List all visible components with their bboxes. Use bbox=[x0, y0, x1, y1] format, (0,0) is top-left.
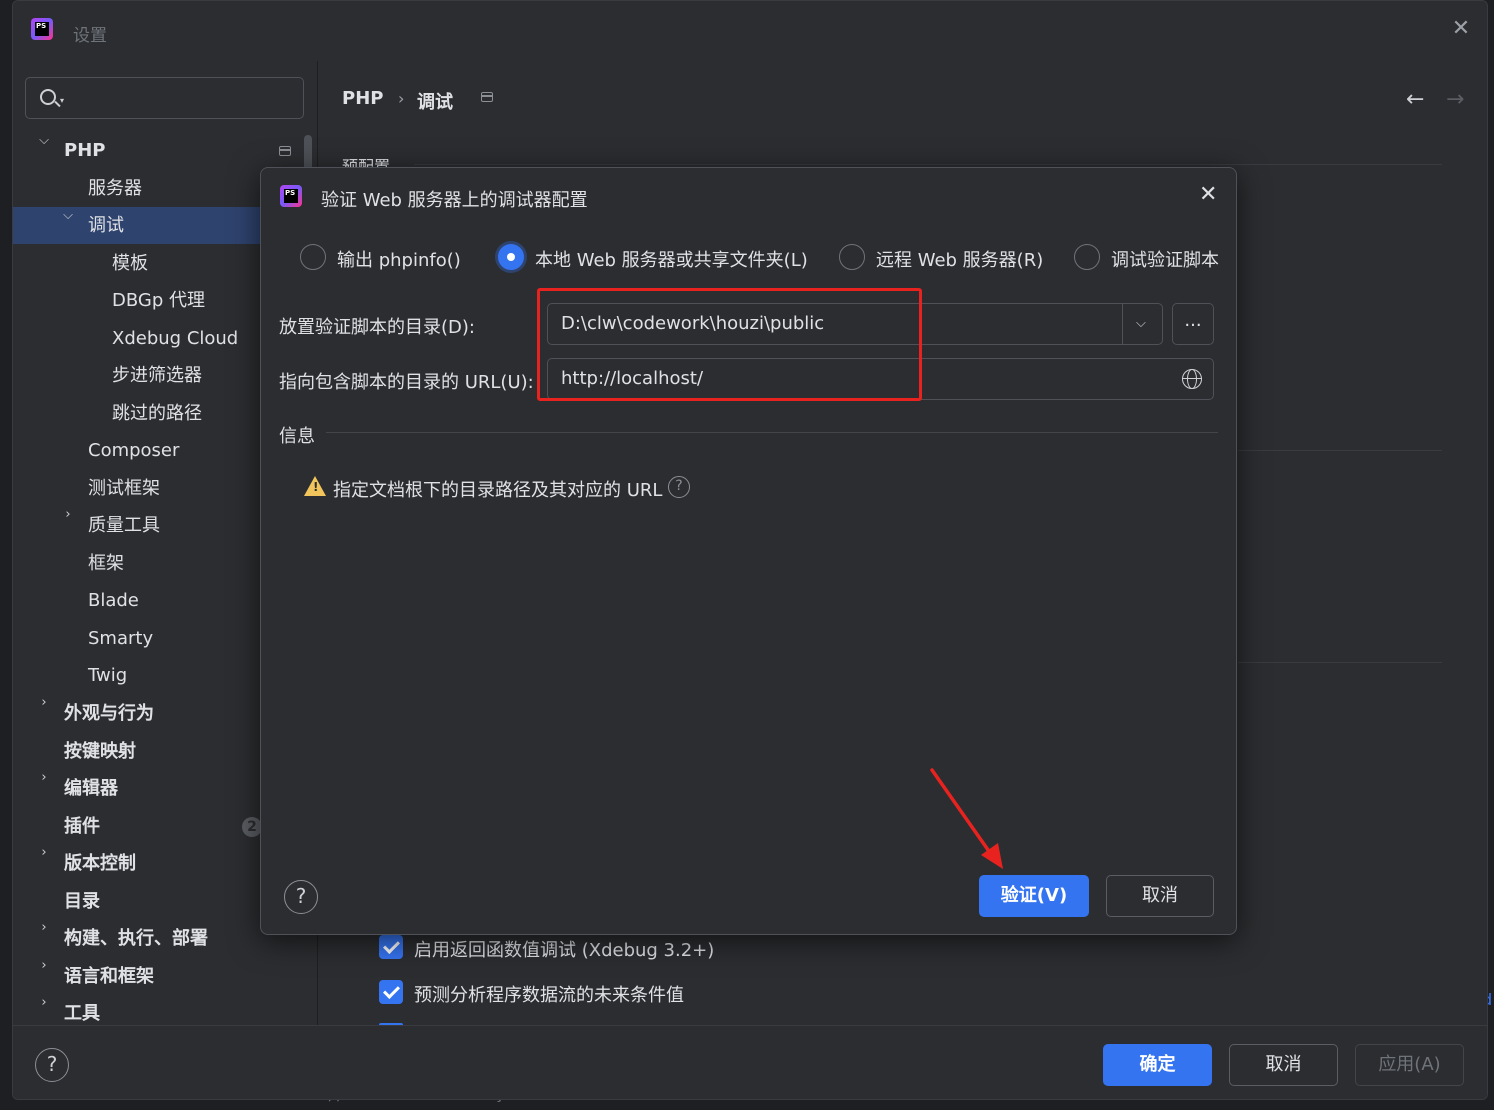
search-options-icon[interactable]: ▾ bbox=[60, 96, 64, 105]
return-value-debug-checkbox[interactable] bbox=[379, 935, 403, 959]
warning-icon: ! bbox=[304, 476, 326, 496]
globe-icon[interactable] bbox=[1182, 369, 1202, 389]
window-close-button[interactable]: ✕ bbox=[1450, 18, 1472, 40]
back-arrow-icon[interactable]: ← bbox=[1406, 87, 1424, 112]
sidebar-item-dbgp-proxy[interactable]: DBGp 代理 bbox=[112, 282, 205, 319]
sidebar-item-quality-tools[interactable]: 质量工具 bbox=[88, 507, 160, 544]
chevron-right-icon[interactable]: › bbox=[37, 845, 51, 860]
dialog-title: 验证 Web 服务器上的调试器配置 bbox=[321, 190, 588, 211]
chevron-right-icon[interactable]: › bbox=[37, 958, 51, 973]
url-value: http://localhost/ bbox=[561, 368, 704, 389]
validate-debugger-dialog: PS 验证 Web 服务器上的调试器配置 ✕ 输出 phpinfo() 本地 W… bbox=[260, 167, 1237, 935]
return-value-debug-label: 启用返回函数值调试 (Xdebug 3.2+) bbox=[414, 940, 715, 961]
sidebar-item-version-control[interactable]: 版本控制 bbox=[64, 845, 136, 882]
sidebar-item-test-frameworks[interactable]: 测试框架 bbox=[88, 470, 160, 507]
info-divider bbox=[326, 432, 1218, 433]
section-divider bbox=[414, 164, 1442, 165]
breadcrumb-php[interactable]: PHP bbox=[342, 88, 383, 109]
predict-conditions-checkbox[interactable] bbox=[379, 980, 403, 1004]
radio-output-phpinfo[interactable] bbox=[300, 244, 326, 270]
window-title: 设置 bbox=[73, 26, 107, 46]
radio-remote-web-server-label[interactable]: 远程 Web 服务器(R) bbox=[876, 246, 1043, 272]
chevron-right-icon[interactable]: › bbox=[37, 995, 51, 1010]
chevron-down-icon[interactable]: ⌵ bbox=[1136, 304, 1146, 344]
combobox-divider bbox=[1122, 304, 1123, 344]
breadcrumb-debug: 调试 bbox=[417, 92, 453, 113]
sidebar-item-skipped-paths[interactable]: 跳过的路径 bbox=[112, 395, 202, 432]
settings-search-input[interactable]: ▾ bbox=[25, 77, 304, 119]
directory-combobox[interactable]: D:\clw\codework\houzi\public ⌵ bbox=[547, 303, 1163, 345]
chevron-down-icon[interactable]: ⌵ bbox=[61, 208, 75, 223]
radio-local-web-server[interactable] bbox=[498, 244, 524, 270]
section-divider bbox=[1238, 662, 1442, 663]
validate-button[interactable]: 验证(V) bbox=[979, 875, 1089, 917]
sidebar-item-templates[interactable]: 模板 bbox=[112, 245, 148, 282]
collapse-icon[interactable] bbox=[279, 146, 291, 156]
sidebar-item-twig[interactable]: Twig bbox=[88, 657, 127, 694]
chevron-right-icon[interactable]: › bbox=[37, 920, 51, 935]
sidebar-item-blade[interactable]: Blade bbox=[88, 582, 139, 619]
directory-label: 放置验证脚本的目录(D): bbox=[279, 317, 475, 338]
predict-conditions-label: 预测分析程序数据流的未来条件值 bbox=[414, 985, 684, 1006]
sidebar-item-xdebug-cloud[interactable]: Xdebug Cloud bbox=[112, 320, 238, 357]
url-label: 指向包含脚本的目录的 URL(U): bbox=[279, 372, 534, 393]
section-divider bbox=[1238, 450, 1442, 451]
sidebar-item-editor[interactable]: 编辑器 bbox=[64, 770, 118, 807]
sidebar-item-debug[interactable]: 调试 bbox=[88, 207, 124, 244]
chevron-right-icon[interactable]: › bbox=[37, 770, 51, 785]
sidebar-item-composer[interactable]: Composer bbox=[88, 432, 179, 469]
project-settings-icon bbox=[481, 92, 493, 102]
sidebar-item-languages-frameworks[interactable]: 语言和框架 bbox=[64, 958, 154, 995]
sidebar-item-step-filters[interactable]: 步进筛选器 bbox=[112, 357, 202, 394]
chevron-right-icon[interactable]: › bbox=[37, 695, 51, 710]
sidebar-item-smarty[interactable]: Smarty bbox=[88, 620, 153, 657]
dialog-help-button[interactable]: ? bbox=[284, 880, 318, 914]
radio-output-phpinfo-label[interactable]: 输出 phpinfo() bbox=[337, 246, 461, 272]
directory-value: D:\clw\codework\houzi\public bbox=[561, 313, 825, 334]
sidebar-item-keymap[interactable]: 按键映射 bbox=[64, 733, 136, 770]
radio-remote-web-server[interactable] bbox=[839, 244, 865, 270]
phpstorm-app-icon: PS bbox=[280, 185, 302, 207]
breadcrumb-separator: › bbox=[398, 89, 405, 108]
radio-debug-validation-script[interactable] bbox=[1074, 244, 1100, 270]
apply-button[interactable]: 应用(A) bbox=[1355, 1044, 1464, 1086]
cancel-button[interactable]: 取消 bbox=[1229, 1044, 1338, 1086]
browse-button[interactable]: ... bbox=[1172, 303, 1214, 345]
dialog-close-button[interactable]: ✕ bbox=[1199, 184, 1217, 206]
title-bar: PS 设置 ✕ bbox=[13, 1, 1487, 61]
url-field[interactable]: http://localhost/ bbox=[547, 358, 1214, 400]
help-button[interactable]: ? bbox=[35, 1048, 69, 1082]
sidebar-item-servers[interactable]: 服务器 bbox=[88, 170, 142, 207]
search-icon bbox=[40, 89, 56, 105]
info-message: 指定文档根下的目录路径及其对应的 URL bbox=[333, 480, 663, 501]
tree-selection-highlight bbox=[13, 207, 273, 244]
dialog-cancel-button[interactable]: 取消 bbox=[1106, 875, 1214, 917]
phpstorm-app-icon: PS bbox=[31, 18, 53, 40]
sidebar-item-php[interactable]: PHP bbox=[64, 132, 105, 169]
question-mark-icon[interactable]: ? bbox=[668, 476, 690, 498]
chevron-down-icon[interactable]: ⌵ bbox=[37, 133, 51, 148]
sidebar-item-directories[interactable]: 目录 bbox=[64, 883, 100, 920]
radio-debug-validation-script-label[interactable]: 调试验证脚本 bbox=[1111, 246, 1219, 272]
settings-footer: ? 确定 取消 应用(A) bbox=[13, 1025, 1487, 1099]
radio-local-web-server-label[interactable]: 本地 Web 服务器或共享文件夹(L) bbox=[535, 246, 808, 272]
info-section-title: 信息 bbox=[279, 426, 315, 447]
sidebar-item-plugins[interactable]: 插件 bbox=[64, 808, 100, 845]
plugins-update-badge: 2 bbox=[242, 817, 262, 837]
sidebar-item-appearance[interactable]: 外观与行为 bbox=[64, 695, 154, 732]
ok-button[interactable]: 确定 bbox=[1103, 1044, 1212, 1086]
forward-arrow-icon[interactable]: → bbox=[1446, 87, 1464, 112]
sidebar-item-build-execution-deployment[interactable]: 构建、执行、部署 bbox=[64, 920, 208, 957]
sidebar-item-frameworks[interactable]: 框架 bbox=[88, 545, 124, 582]
chevron-right-icon[interactable]: › bbox=[61, 507, 75, 522]
